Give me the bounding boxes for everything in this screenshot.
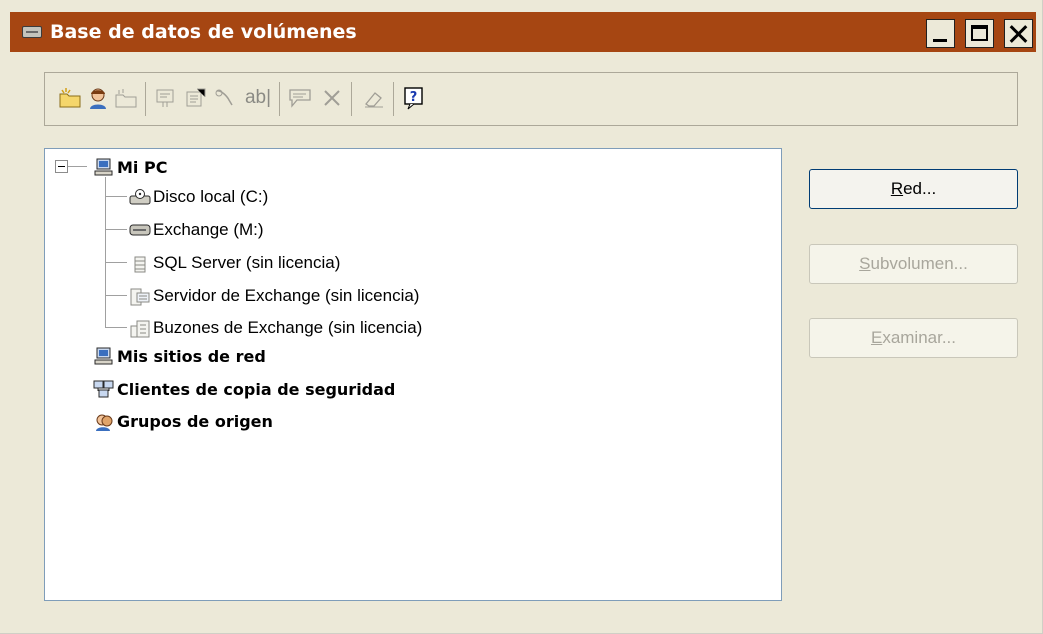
- accelerator-key: R: [890, 179, 904, 198]
- rename-icon[interactable]: ab|: [241, 85, 275, 111]
- tree-item-local-disk[interactable]: Disco local (C:): [129, 186, 268, 208]
- network-places-icon: [93, 347, 115, 365]
- tree-item-label: SQL Server (sin licencia): [153, 253, 341, 272]
- disabled-folder-icon[interactable]: [113, 85, 139, 111]
- tree-item-my-pc[interactable]: Mi PC: [93, 156, 167, 178]
- button-label: xaminar...: [882, 328, 957, 347]
- tree-item-backup-clients[interactable]: Clientes de copia de seguridad: [93, 378, 395, 400]
- user-icon[interactable]: [85, 85, 111, 111]
- window-title: Base de datos de volúmenes: [50, 21, 357, 43]
- network-button[interactable]: Red...: [809, 169, 1018, 209]
- database-icon: [129, 254, 151, 273]
- tree-item-label: Buzones de Exchange (sin licencia): [153, 318, 423, 337]
- eraser-icon[interactable]: [361, 85, 387, 111]
- button-label: ubvolumen...: [870, 254, 968, 273]
- tree-connector: [105, 262, 127, 263]
- title-bar[interactable]: Base de datos de volúmenes: [10, 12, 1036, 52]
- collapse-toggle[interactable]: [55, 160, 68, 173]
- tree-item-label: Disco local (C:): [153, 187, 269, 206]
- svg-text:?: ?: [410, 90, 418, 105]
- mailbox-icon: [129, 319, 151, 338]
- toolbar-separator: [351, 82, 352, 116]
- accelerator-key: S: [859, 254, 871, 273]
- computer-icon: [93, 158, 115, 176]
- comment-icon[interactable]: [287, 85, 313, 111]
- help-icon[interactable]: ?: [401, 85, 427, 111]
- server-icon: [129, 287, 151, 306]
- tree-connector: [105, 177, 106, 327]
- drive-icon: [129, 221, 151, 239]
- tree-item-label: Grupos de origen: [117, 411, 273, 431]
- browse-button[interactable]: Examinar...: [809, 318, 1018, 358]
- delete-icon[interactable]: [319, 85, 345, 111]
- tree-item-label: Exchange (M:): [153, 220, 264, 239]
- tree-item-label: Clientes de copia de seguridad: [117, 379, 396, 399]
- maximize-button[interactable]: [965, 19, 994, 48]
- drive-icon: [22, 26, 42, 38]
- tree-connector: [105, 327, 127, 328]
- volume-tree[interactable]: Mi PC Disco local (C:) Exchange (M:) SQL…: [44, 148, 782, 601]
- tree-item-sql-server[interactable]: SQL Server (sin licencia): [129, 252, 340, 274]
- tree-item-network-places[interactable]: Mis sitios de red: [93, 345, 266, 367]
- toolbar-separator: [145, 82, 146, 116]
- tree-item-label: Mi PC: [117, 157, 168, 177]
- tree-connector: [105, 229, 127, 230]
- subvolume-button[interactable]: Subvolumen...: [809, 244, 1018, 284]
- source-groups-icon: [93, 412, 115, 431]
- tree-item-exchange-mailboxes[interactable]: Buzones de Exchange (sin licencia): [129, 317, 422, 339]
- minimize-button[interactable]: [926, 19, 955, 48]
- tree-item-exchange-drive[interactable]: Exchange (M:): [129, 219, 264, 241]
- tree-item-label: Mis sitios de red: [117, 346, 266, 366]
- close-button[interactable]: [1004, 19, 1033, 48]
- toolbar-separator: [393, 82, 394, 116]
- toolbar: ab| ?: [44, 72, 1018, 126]
- accelerator-key: E: [870, 328, 883, 347]
- button-label: ed...: [903, 179, 937, 198]
- tree-item-source-groups[interactable]: Grupos de origen: [93, 410, 273, 432]
- properties-icon[interactable]: [183, 85, 209, 111]
- backup-clients-icon: [93, 380, 115, 398]
- link-icon[interactable]: [211, 85, 237, 111]
- tree-connector: [105, 295, 127, 296]
- volume-database-window: Base de datos de volúmenes ab| ? Mi PC D…: [0, 0, 1043, 634]
- tree-connector: [105, 196, 127, 197]
- local-disk-icon: [129, 188, 151, 206]
- properties-card-icon[interactable]: [153, 85, 179, 111]
- new-folder-icon[interactable]: [57, 85, 83, 111]
- tree-connector: [68, 166, 87, 167]
- toolbar-separator: [279, 82, 280, 116]
- tree-item-label: Servidor de Exchange (sin licencia): [153, 286, 420, 305]
- tree-item-exchange-server[interactable]: Servidor de Exchange (sin licencia): [129, 285, 419, 307]
